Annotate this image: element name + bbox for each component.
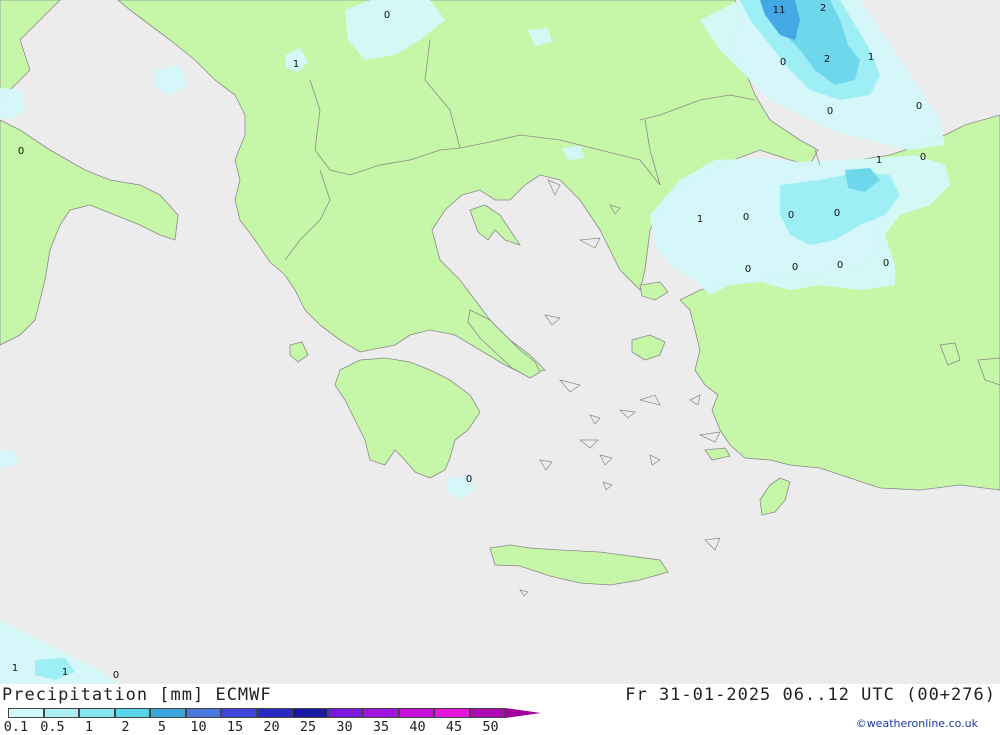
precipitation-map[interactable]: 0 1 11 2 0 2 1 0 0 1 0 1 0 0 0 0 0 0 0 0… [0,0,1000,684]
precip-value: 2 [820,3,826,14]
land-italy-north [0,0,61,101]
precip-value: 0 [780,57,786,68]
color-legend [8,708,541,719]
legend-swatch [221,708,257,718]
legend-swatch [469,708,505,718]
precip-value: 0 [883,258,889,269]
legend-swatch [434,708,470,718]
land-italy [0,119,179,346]
precip-value: 0 [827,106,833,117]
legend-swatch [79,708,115,718]
footer-bar: Precipitation [mm] ECMWF Fr 31-01-2025 0… [0,684,1000,735]
land-island-corfu [289,341,309,363]
precip-value: 1 [62,667,68,678]
legend-swatch [114,708,150,718]
land-crete [489,544,669,586]
land-rhodes [759,477,791,516]
precip-value: 1 [697,214,703,225]
precip-value: 0 [745,264,751,275]
legend-arrow [505,708,541,718]
precip-west-edge [0,450,18,468]
legend-swatch [363,708,399,718]
precip-value: 11 [773,5,786,16]
land-island-kos [704,447,731,461]
land-peloponnese [334,357,481,479]
precip-ionian-left [155,65,188,95]
legend-swatch [43,708,79,718]
precip-value: 1 [12,663,18,674]
legend-ticks: 0.1 0.5 1 2 5 10 15 20 25 30 35 40 45 50 [0,719,520,735]
precip-value: 1 [293,59,299,70]
credit-link[interactable]: ©weatheronline.co.uk [856,717,978,730]
land-island-north-aegean [639,281,669,301]
precip-value: 0 [916,101,922,112]
precip-value: 0 [792,262,798,273]
legend-swatch [150,708,186,718]
land-lesbos [631,334,666,361]
valid-time: Fr 31-01-2025 06..12 UTC (00+276) [625,685,996,705]
legend-swatch [185,708,221,718]
precip-value: 2 [824,54,830,65]
precip-value: 0 [834,208,840,219]
precip-italy-west [0,88,25,120]
precip-value: 0 [466,474,472,485]
legend-swatch [292,708,328,718]
map-area[interactable]: 0 1 11 2 0 2 1 0 0 1 0 1 0 0 0 0 0 0 0 0… [0,0,1000,684]
precip-value: 0 [18,146,24,157]
precip-value: 0 [837,260,843,271]
precip-value: 1 [868,52,874,63]
precip-value: 0 [113,670,119,681]
precip-value: 0 [920,152,926,163]
precip-value: 1 [876,155,882,166]
legend-swatch [8,708,44,718]
legend-swatch [256,708,292,718]
precip-value: 0 [743,212,749,223]
legend-swatch [327,708,363,718]
map-title: Precipitation [mm] ECMWF [2,685,272,705]
land-chalkidiki [469,204,521,246]
legend-swatch [398,708,434,718]
precip-value: 0 [788,210,794,221]
precip-value: 0 [384,10,390,21]
